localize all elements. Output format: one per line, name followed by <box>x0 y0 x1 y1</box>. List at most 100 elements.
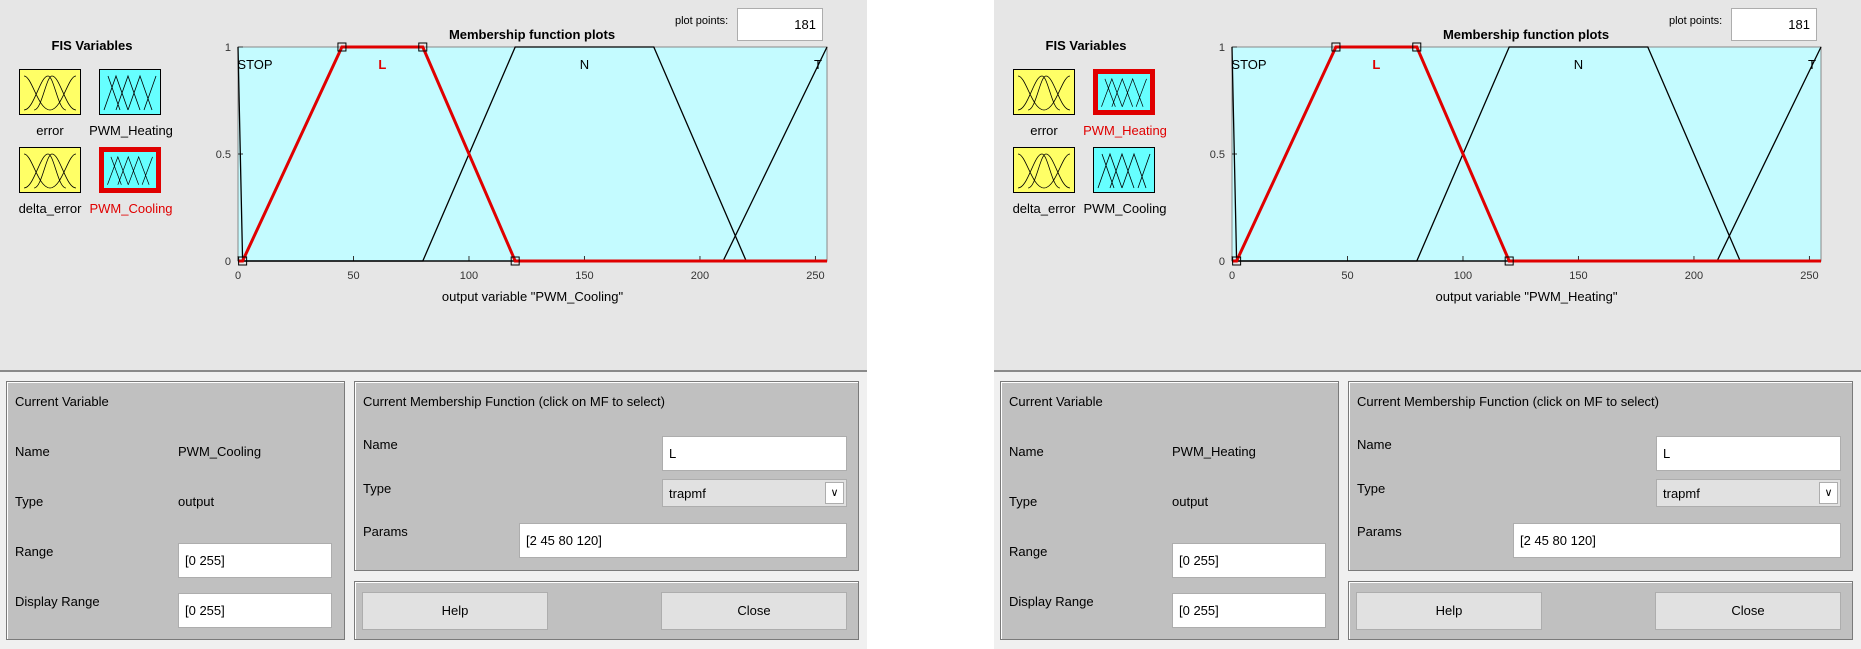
range-input[interactable]: [0 255] <box>178 543 332 578</box>
fis-variables-title: FIS Variables <box>51 38 133 53</box>
variable-icon-delta-error[interactable] <box>1013 147 1075 193</box>
variable-icon-pwm-heating[interactable] <box>99 69 161 115</box>
variable-icon-pwm-cooling[interactable] <box>99 147 161 193</box>
y-tick-label: 0 <box>1219 256 1225 268</box>
params-input[interactable]: [2 45 80 120] <box>1513 523 1841 558</box>
chevron-down-icon[interactable]: ∨ <box>825 482 844 504</box>
mf-name-label: Name <box>363 437 398 452</box>
fis-editor-panel: FIS Variables error PWM_Heating delta_er… <box>994 0 1861 649</box>
help-button[interactable]: Help <box>1356 592 1542 630</box>
current-variable-title: Current Variable <box>15 394 109 409</box>
mf-type-label: Type <box>363 481 392 496</box>
current-mf-group: Current Membership Function (click on MF… <box>1348 381 1853 571</box>
name-label: Name <box>15 444 50 459</box>
current-mf-title: Current Membership Function (click on MF… <box>363 394 665 409</box>
x-tick-label: 150 <box>1569 270 1587 282</box>
x-tick-label: 200 <box>691 270 709 282</box>
membership-function-icon <box>1094 148 1154 192</box>
plot-points-input[interactable]: 181 <box>1731 8 1817 41</box>
mf-type-value: trapmf <box>669 486 706 501</box>
x-tick-label: 0 <box>1229 270 1235 282</box>
y-tick-label: 0.5 <box>216 149 231 161</box>
buttons-group: Help Close <box>354 581 859 640</box>
variable-type-value: output <box>1172 494 1209 509</box>
x-axis-label: output variable "PWM_Cooling" <box>442 289 624 304</box>
membership-function-icon <box>1014 148 1074 192</box>
mf-name-label: Name <box>1357 437 1392 452</box>
membership-function-icon <box>20 70 80 114</box>
membership-function-icon <box>100 70 160 114</box>
plot-points-input[interactable]: 181 <box>737 8 823 41</box>
x-tick-label: 100 <box>460 270 478 282</box>
variable-label-pwm-heating: PWM_Heating <box>89 123 173 138</box>
mf-type-select[interactable]: trapmf ∨ <box>1656 479 1841 507</box>
plot-points-label: plot points: <box>1669 15 1723 27</box>
current-variable-group: Current Variable Name PWM_Cooling Type o… <box>6 381 345 640</box>
mf-label-stop: STOP <box>237 57 272 72</box>
variable-icon-pwm-heating[interactable] <box>1093 69 1155 115</box>
display-range-label: Display Range <box>1009 594 1094 609</box>
close-button[interactable]: Close <box>1655 592 1841 630</box>
membership-function-icon <box>104 152 156 188</box>
y-tick-label: 1 <box>1219 42 1225 54</box>
x-tick-label: 50 <box>1341 270 1353 282</box>
name-label: Name <box>1009 444 1044 459</box>
variable-label-pwm-cooling: PWM_Cooling <box>1083 201 1167 216</box>
x-tick-label: 0 <box>235 270 241 282</box>
y-tick-label: 1 <box>225 42 231 54</box>
mf-type-label: Type <box>1357 481 1386 496</box>
mf-name-input[interactable]: L <box>1656 436 1841 471</box>
y-tick-label: 0.5 <box>1210 149 1225 161</box>
current-mf-group: Current Membership Function (click on MF… <box>354 381 859 571</box>
variable-label-pwm-heating: PWM_Heating <box>1083 123 1167 138</box>
type-label: Type <box>1009 494 1038 509</box>
mf-label-l: L <box>1372 57 1380 72</box>
display-range-label: Display Range <box>15 594 100 609</box>
membership-function-chart[interactable]: 0 0.5 1 0 50 100 150 200 250 output variable "PWM… <box>1209 40 1839 360</box>
x-tick-label: 50 <box>347 270 359 282</box>
variable-icon-error[interactable] <box>1013 69 1075 115</box>
variable-name-value: PWM_Heating <box>1172 444 1256 459</box>
mf-label-t: T <box>814 57 822 72</box>
plot-points-label: plot points: <box>675 15 729 27</box>
fis-editor-panel: FIS Variables error PWM_Heating delta_er… <box>0 0 867 649</box>
x-axis-label: output variable "PWM_Heating" <box>1436 289 1618 304</box>
params-label: Params <box>1357 524 1402 539</box>
membership-function-icon <box>1014 70 1074 114</box>
current-variable-title: Current Variable <box>1009 394 1103 409</box>
mf-type-value: trapmf <box>1663 486 1700 501</box>
fis-variables-title: FIS Variables <box>1045 38 1127 53</box>
x-tick-label: 250 <box>1800 270 1818 282</box>
variable-type-value: output <box>178 494 215 509</box>
params-label: Params <box>363 524 408 539</box>
membership-function-chart[interactable]: 0 0.5 1 0 50 100 150 200 250 output variable "PWM… <box>215 40 845 360</box>
variable-icon-delta-error[interactable] <box>19 147 81 193</box>
x-tick-label: 200 <box>1685 270 1703 282</box>
close-button[interactable]: Close <box>661 592 847 630</box>
mf-type-select[interactable]: trapmf ∨ <box>662 479 847 507</box>
mf-label-n: N <box>580 57 589 72</box>
params-input[interactable]: [2 45 80 120] <box>519 523 847 558</box>
y-tick-label: 0 <box>225 256 231 268</box>
chevron-down-icon[interactable]: ∨ <box>1819 482 1838 504</box>
current-mf-title: Current Membership Function (click on MF… <box>1357 394 1659 409</box>
x-tick-label: 250 <box>806 270 824 282</box>
display-range-input[interactable]: [0 255] <box>1172 593 1326 628</box>
membership-function-icon <box>1098 74 1150 110</box>
range-input[interactable]: [0 255] <box>1172 543 1326 578</box>
current-variable-group: Current Variable Name PWM_Heating Type o… <box>1000 381 1339 640</box>
buttons-group: Help Close <box>1348 581 1853 640</box>
range-label: Range <box>1009 544 1048 559</box>
mf-name-input[interactable]: L <box>662 436 847 471</box>
mf-label-l: L <box>378 57 386 72</box>
variable-label-pwm-cooling: PWM_Cooling <box>89 201 173 216</box>
variable-icon-pwm-cooling[interactable] <box>1093 147 1155 193</box>
variable-name-value: PWM_Cooling <box>178 444 262 459</box>
mf-label-n: N <box>1574 57 1583 72</box>
variable-icon-error[interactable] <box>19 69 81 115</box>
mf-label-stop: STOP <box>1231 57 1266 72</box>
type-label: Type <box>15 494 44 509</box>
display-range-input[interactable]: [0 255] <box>178 593 332 628</box>
help-button[interactable]: Help <box>362 592 548 630</box>
x-tick-label: 100 <box>1454 270 1472 282</box>
